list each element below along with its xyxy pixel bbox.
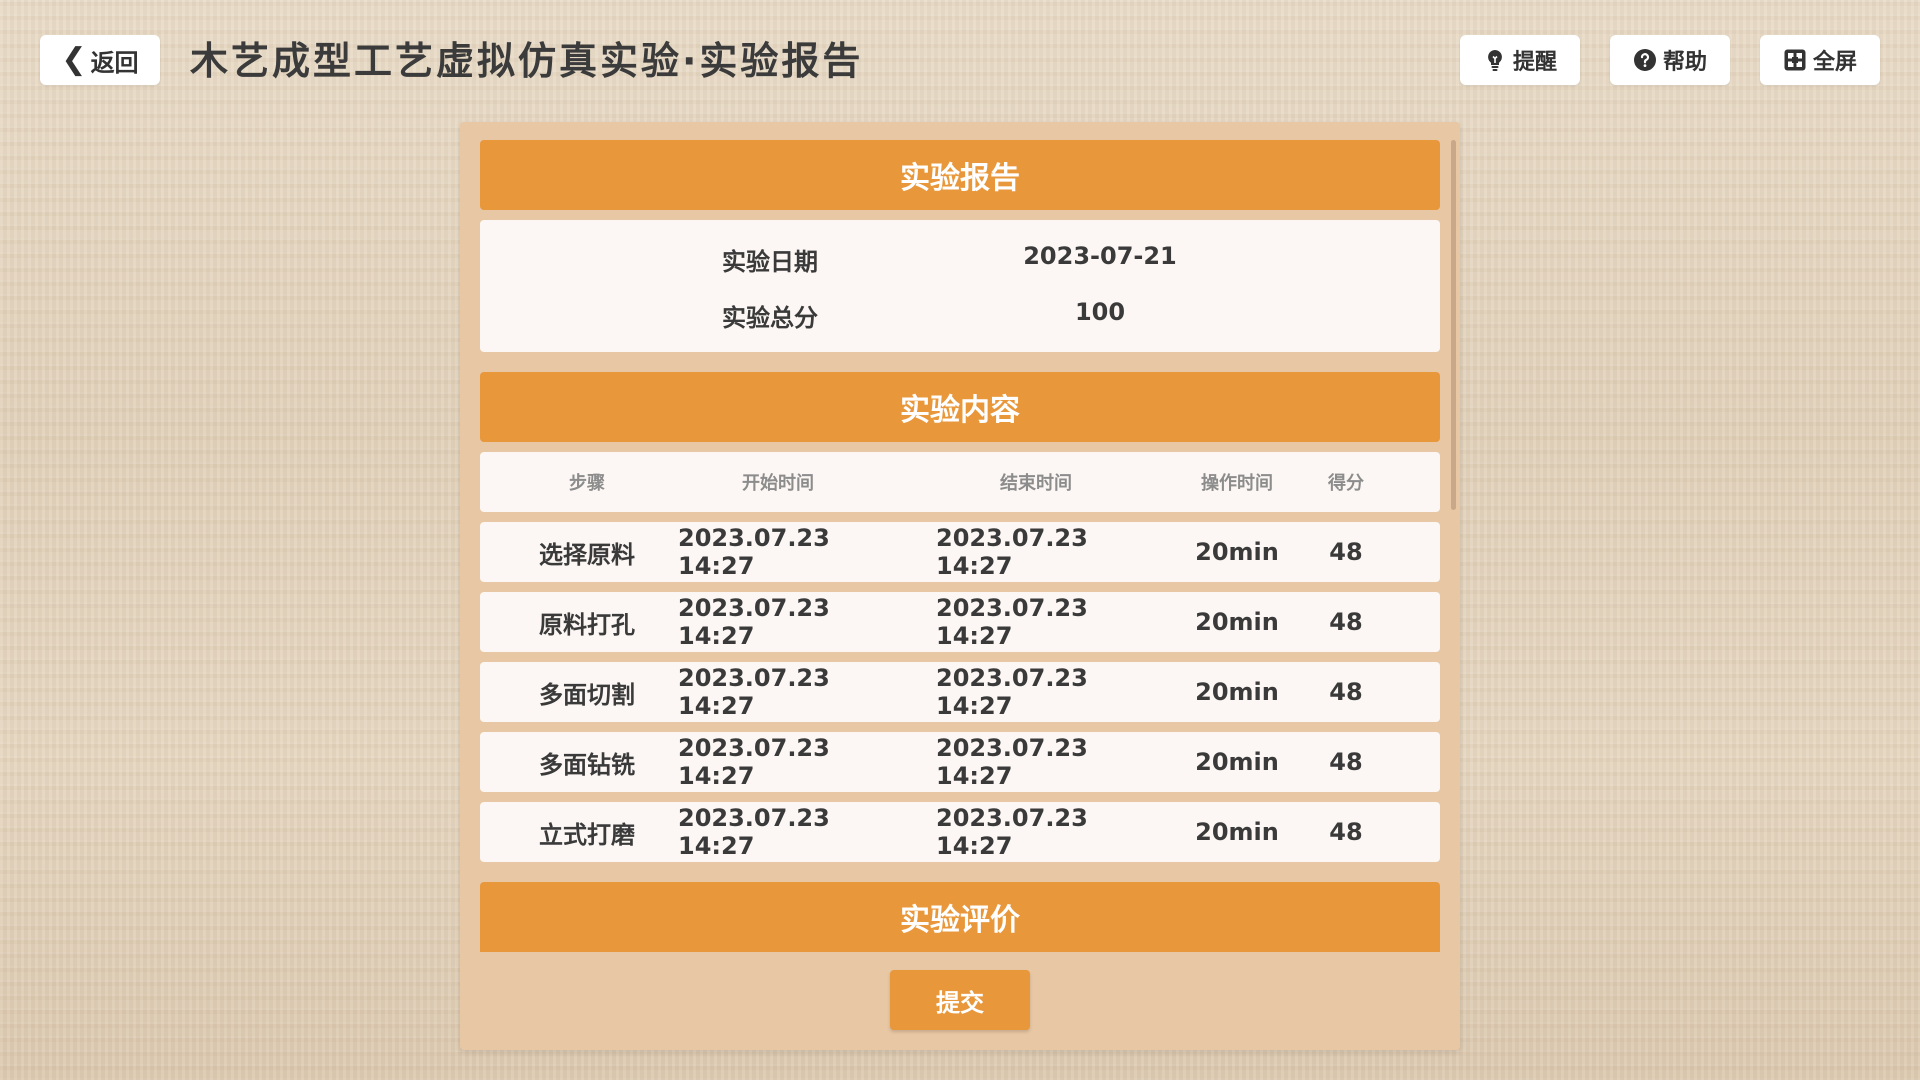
cell-end: 2023.07.23 14:27 [936, 804, 1088, 860]
cell-score: 48 [1329, 818, 1363, 846]
cell-start: 2023.07.23 14:27 [678, 594, 830, 650]
column-header-end: 结束时间 [1000, 473, 1072, 494]
cell-duration: 20min [1195, 678, 1279, 706]
back-button-label: 返回 [90, 48, 139, 77]
section-header-content: 实验内容 [480, 372, 1440, 442]
info-row-score: 实验总分 100 [480, 298, 1440, 338]
info-value: 2023-07-21 [1023, 242, 1177, 270]
cell-step: 多面切割 [539, 680, 635, 709]
cell-duration: 20min [1195, 748, 1279, 776]
cell-step: 立式打磨 [539, 820, 635, 849]
lightbulb-icon [1488, 50, 1502, 71]
column-header-start: 开始时间 [742, 473, 814, 494]
section-title: 实验评价 [900, 903, 1020, 938]
fullscreen-icon [1784, 49, 1806, 71]
submit-button[interactable]: 提交 [890, 970, 1030, 1030]
report-panel: 实验报告 实验日期 2023-07-21 实验总分 100 实验内容 步骤 开始… [460, 122, 1460, 1050]
cell-end: 2023.07.23 14:27 [936, 664, 1088, 720]
report-info: 实验日期 2023-07-21 实验总分 100 [480, 220, 1440, 352]
column-header-step: 步骤 [569, 473, 605, 494]
cell-end: 2023.07.23 14:27 [936, 734, 1088, 790]
table-row: 原料打孔 2023.07.23 14:27 2023.07.23 14:27 2… [480, 592, 1440, 652]
cell-start: 2023.07.23 14:27 [678, 734, 830, 790]
cell-score: 48 [1329, 678, 1363, 706]
section-title: 实验报告 [900, 161, 1020, 196]
section-header-evaluation: 实验评价 [480, 882, 1440, 952]
reminder-button[interactable]: 提醒 [1460, 35, 1580, 85]
table-row: 多面钻铣 2023.07.23 14:27 2023.07.23 14:27 2… [480, 732, 1440, 792]
cell-start: 2023.07.23 14:27 [678, 804, 830, 860]
cell-start: 2023.07.23 14:27 [678, 524, 830, 580]
table-row: 多面切割 2023.07.23 14:27 2023.07.23 14:27 2… [480, 662, 1440, 722]
help-button[interactable]: 帮助 [1610, 35, 1730, 85]
cell-score: 48 [1329, 608, 1363, 636]
scrollbar-thumb[interactable] [1451, 140, 1456, 510]
back-button[interactable]: ❮ 返回 [40, 35, 160, 85]
cell-end: 2023.07.23 14:27 [936, 524, 1088, 580]
column-header-score: 得分 [1328, 473, 1364, 494]
info-label: 实验日期 [722, 248, 818, 276]
cell-score: 48 [1329, 538, 1363, 566]
fullscreen-button-label: 全屏 [1812, 50, 1857, 75]
chevron-left-icon: ❮ [61, 42, 87, 77]
section-header-report: 实验报告 [480, 140, 1440, 210]
page-title: 木艺成型工艺虚拟仿真实验·实验报告 [190, 39, 864, 83]
cell-duration: 20min [1195, 818, 1279, 846]
info-row-date: 实验日期 2023-07-21 [480, 242, 1440, 282]
cell-duration: 20min [1195, 538, 1279, 566]
cell-end: 2023.07.23 14:27 [936, 594, 1088, 650]
info-value: 100 [1074, 298, 1126, 326]
cell-duration: 20min [1195, 608, 1279, 636]
reminder-button-label: 提醒 [1512, 50, 1557, 75]
table-row: 选择原料 2023.07.23 14:27 2023.07.23 14:27 2… [480, 522, 1440, 582]
column-header-duration: 操作时间 [1201, 473, 1273, 494]
cell-score: 48 [1329, 748, 1363, 776]
help-button-label: 帮助 [1662, 50, 1707, 75]
section-title: 实验内容 [900, 393, 1020, 428]
cell-step: 选择原料 [539, 540, 635, 569]
cell-start: 2023.07.23 14:27 [678, 664, 830, 720]
fullscreen-button[interactable]: 全屏 [1760, 35, 1880, 85]
cell-step: 原料打孔 [539, 610, 635, 639]
table-row: 立式打磨 2023.07.23 14:27 2023.07.23 14:27 2… [480, 802, 1440, 862]
info-label: 实验总分 [722, 304, 818, 332]
table-header: 步骤 开始时间 结束时间 操作时间 得分 [480, 452, 1440, 512]
help-icon [1633, 49, 1656, 71]
cell-step: 多面钻铣 [539, 750, 635, 779]
